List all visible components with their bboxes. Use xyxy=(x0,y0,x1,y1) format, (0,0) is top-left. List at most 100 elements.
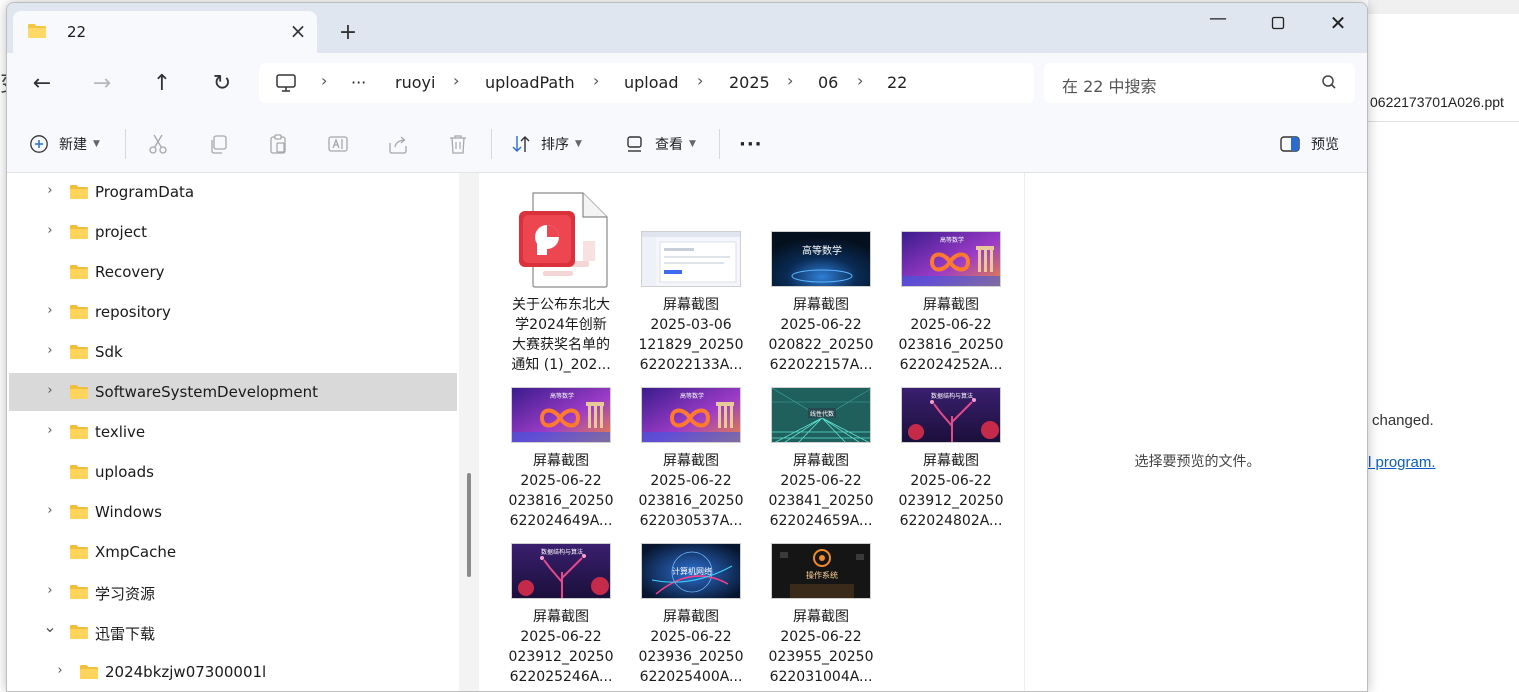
file-item-screenshot[interactable]: 操作系统 屏幕截图 2025-06-22 023955_20250 622031004A… xyxy=(765,499,877,685)
pane-splitter[interactable] xyxy=(459,173,479,691)
breadcrumb-22[interactable]: 22 xyxy=(887,73,907,92)
sidebar-item[interactable]: › SoftwareSystemDevelopment xyxy=(9,373,457,411)
chevron-down-icon[interactable]: ⌄ xyxy=(43,617,57,636)
sidebar-item[interactable]: › texlive xyxy=(9,413,457,451)
background-status-text: changed. xyxy=(1372,412,1434,429)
title-bar[interactable]: 22 × + — ✕ xyxy=(7,3,1367,53)
close-tab-icon[interactable]: × xyxy=(285,19,311,45)
sidebar-item[interactable]: › project xyxy=(9,213,457,251)
sidebar-item[interactable]: › Sdk xyxy=(9,333,457,371)
cut-icon[interactable] xyxy=(147,133,169,155)
delete-icon[interactable] xyxy=(447,133,469,155)
breadcrumb-2025[interactable]: 2025 xyxy=(729,73,770,92)
paste-icon[interactable] xyxy=(267,133,289,155)
file-item-screenshot[interactable]: 高等数学 屏幕截图 2025-06-22 023816_20250 622024252A… xyxy=(895,187,1007,373)
breadcrumb-upload[interactable]: upload xyxy=(624,73,679,92)
file-name: 屏幕截图 2025-06-22 023955_20250 622031004A... xyxy=(765,607,877,687)
sidebar-item[interactable]: › Windows xyxy=(9,493,457,531)
svg-text:数据结构与算法: 数据结构与算法 xyxy=(931,392,973,400)
maximize-button[interactable] xyxy=(1255,9,1301,39)
search-placeholder[interactable]: 在 22 中搜索 xyxy=(1062,73,1157,97)
close-window-button[interactable]: ✕ xyxy=(1315,9,1361,39)
search-icon[interactable] xyxy=(1320,73,1338,95)
sidebar-item[interactable]: › repository xyxy=(9,293,457,331)
new-tab-button[interactable]: + xyxy=(335,21,361,47)
chevron-right-icon[interactable]: › xyxy=(43,183,57,198)
file-item-screenshot[interactable]: 高等数学 屏幕截图 2025-06-22 023816_20250 622024649A… xyxy=(505,343,617,529)
search-box[interactable]: 在 22 中搜索 xyxy=(1044,63,1355,103)
share-icon[interactable] xyxy=(387,133,409,155)
breadcrumb-uploadpath[interactable]: uploadPath xyxy=(485,73,575,92)
tab-22[interactable]: 22 × xyxy=(13,11,317,53)
address-bar[interactable]: › ··· ruoyi › uploadPath › upload › 2025… xyxy=(259,63,1034,103)
sort-button[interactable]: 排序 ▼ xyxy=(511,129,582,159)
sidebar-item[interactable]: XmpCache xyxy=(9,533,457,571)
new-button[interactable]: 新建 ▼ xyxy=(29,129,100,159)
sidebar-item-label: Windows xyxy=(95,503,162,521)
sidebar-item[interactable]: › 学习资源 xyxy=(9,573,457,611)
scrollbar-thumb[interactable] xyxy=(467,473,471,577)
computer-icon[interactable] xyxy=(275,72,297,98)
forward-button[interactable]: → xyxy=(87,70,117,100)
breadcrumb-ruoyi[interactable]: ruoyi xyxy=(395,73,435,92)
breadcrumb-overflow[interactable]: ··· xyxy=(351,73,366,92)
chevron-right-icon[interactable]: › xyxy=(43,583,57,598)
file-item-screenshot[interactable]: 屏幕截图 2025-03-06 121829_20250 622022133A... xyxy=(635,187,747,373)
chevron-right-icon[interactable]: › xyxy=(593,71,599,90)
folder-icon xyxy=(79,664,99,684)
svg-text:计算机网络: 计算机网络 xyxy=(672,566,712,576)
file-item-screenshot[interactable]: 高等数学 屏幕截图 2025-06-22 020822_20250 622022157A… xyxy=(765,187,877,373)
sidebar-item-label: repository xyxy=(95,303,171,321)
sidebar-item[interactable]: ⌄ 迅雷下载 xyxy=(9,613,457,651)
sidebar-item[interactable]: › ProgramData xyxy=(9,173,457,211)
breadcrumb-06[interactable]: 06 xyxy=(818,73,838,92)
svg-text:高等数学: 高等数学 xyxy=(550,392,574,400)
file-name-line: 屏幕截图 xyxy=(793,297,849,313)
chevron-right-icon[interactable]: › xyxy=(787,71,793,90)
refresh-button[interactable]: ↻ xyxy=(207,70,237,100)
file-name-line: 屏幕截图 xyxy=(533,453,589,469)
file-name-line: 屏幕截图 xyxy=(663,609,719,625)
file-item-screenshot[interactable]: 计算机网络 屏幕截图 2025-06-22 023936_20250 622025400… xyxy=(635,499,747,685)
view-button[interactable]: 查看 ▼ xyxy=(625,129,696,159)
sidebar-item[interactable]: Recovery xyxy=(9,253,457,291)
file-name-line: 2025-06-22 xyxy=(910,317,992,333)
folder-icon xyxy=(69,224,89,244)
folder-icon xyxy=(69,624,89,644)
chevron-down-icon: ▼ xyxy=(93,139,100,149)
chevron-right-icon[interactable]: › xyxy=(321,71,327,90)
chevron-right-icon[interactable]: › xyxy=(43,383,57,398)
navigation-pane: › ProgramData › project Recovery › repository ›… xyxy=(7,173,459,691)
chevron-right-icon[interactable]: › xyxy=(453,71,459,90)
background-link[interactable]: l program. xyxy=(1368,454,1436,471)
chevron-right-icon[interactable]: › xyxy=(697,71,703,90)
sidebar-item[interactable]: uploads xyxy=(9,453,457,491)
file-item-pptx[interactable]: 关于公布东北大 学2024年创新 大赛获奖名单的 通知 (1)_202... xyxy=(505,187,617,373)
chevron-right-icon[interactable]: › xyxy=(43,423,57,438)
back-button[interactable]: ← xyxy=(27,70,57,100)
preview-button[interactable]: 预览 xyxy=(1279,129,1339,159)
file-item-screenshot[interactable]: 数据结构与算法 屏幕截图 2025-06-22 023912_20250 6220248… xyxy=(895,343,1007,529)
copy-icon[interactable] xyxy=(207,133,229,155)
file-item-screenshot[interactable]: 数据结构与算法 屏幕截图 2025-06-22 023912_20250 6220252… xyxy=(505,499,617,685)
file-item-screenshot[interactable]: 高等数学 屏幕截图 2025-06-22 023816_20250 622030537A… xyxy=(635,343,747,529)
chevron-right-icon[interactable]: › xyxy=(53,663,67,678)
more-options-button[interactable]: ··· xyxy=(739,129,763,159)
chevron-right-icon[interactable]: › xyxy=(43,343,57,358)
chevron-right-icon[interactable]: › xyxy=(43,503,57,518)
chevron-right-icon[interactable]: › xyxy=(43,223,57,238)
folder-icon xyxy=(69,264,89,284)
rename-icon[interactable] xyxy=(327,133,349,155)
preview-pane: 选择要预览的文件。 xyxy=(1024,173,1367,691)
preview-pane-icon xyxy=(1279,134,1301,154)
minimize-button[interactable]: — xyxy=(1195,9,1241,39)
add-circle-icon xyxy=(29,134,49,154)
sidebar-item-label: XmpCache xyxy=(95,543,177,561)
chevron-right-icon[interactable]: › xyxy=(857,71,863,90)
sidebar-item[interactable]: › 2024bkzjw07300001l xyxy=(9,653,457,691)
file-item-screenshot[interactable]: 线性代数 屏幕截图 2025-06-22 023841_20250 622024659A… xyxy=(765,343,877,529)
file-name-line: 622024802A... xyxy=(899,513,1003,529)
chevron-right-icon[interactable]: › xyxy=(43,303,57,318)
tab-title: 22 xyxy=(67,23,87,41)
up-button[interactable]: ↑ xyxy=(147,70,177,100)
